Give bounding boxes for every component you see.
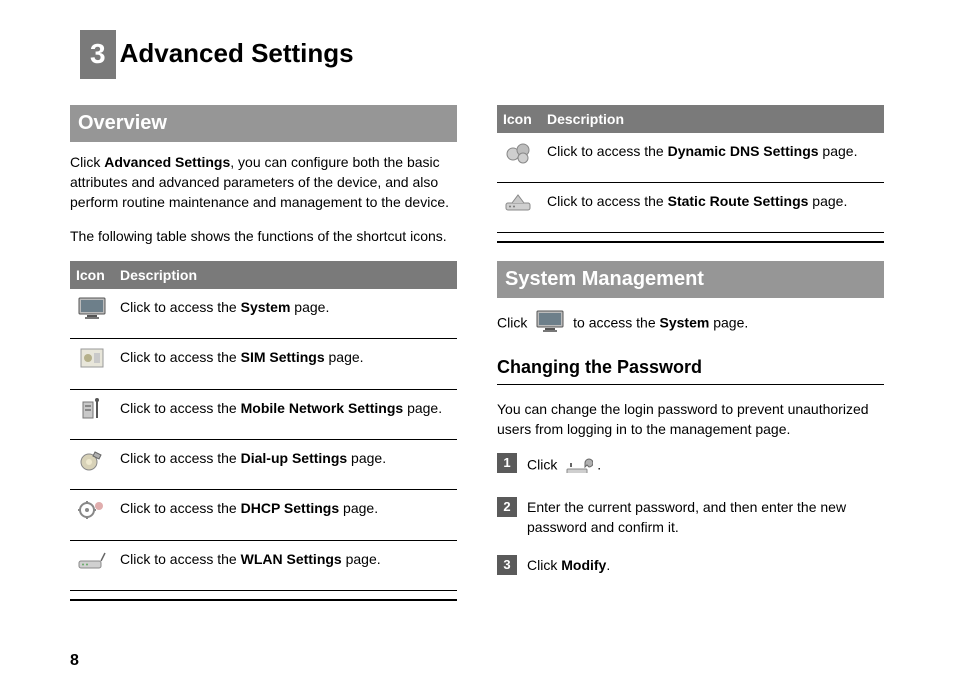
text-bold: System — [241, 299, 291, 315]
th-icon: Icon — [497, 105, 541, 133]
text: Click to access the — [120, 400, 241, 416]
text: Click — [70, 154, 104, 170]
text: Click to access the — [120, 299, 241, 315]
antenna-icon — [77, 396, 107, 422]
dhcp-icon — [77, 496, 107, 522]
table-row: Click to access the SIM Settings page. — [70, 339, 457, 389]
step-number: 1 — [497, 453, 517, 473]
table-row: Click to access the DHCP Settings page. — [70, 490, 457, 540]
table-row: Click to access the Static Route Setting… — [497, 183, 884, 233]
text-bold: WLAN Settings — [241, 551, 342, 567]
text: page. — [339, 500, 378, 516]
divider — [497, 241, 884, 243]
th-description: Description — [541, 105, 884, 133]
right-column: Icon Description Click to access the Dyn… — [497, 105, 884, 619]
text: Click to access the — [547, 193, 668, 209]
text: page. — [347, 450, 386, 466]
monitor-icon — [77, 295, 107, 321]
wlan-icon — [77, 547, 107, 573]
table-row: Click to access the WLAN Settings page. — [70, 540, 457, 590]
text-bold: Dial-up Settings — [241, 450, 348, 466]
text: Click to access the — [120, 500, 241, 516]
step-number: 3 — [497, 555, 517, 575]
text-bold: DHCP Settings — [241, 500, 340, 516]
chapter-number: 3 — [80, 30, 116, 79]
text: . — [606, 557, 610, 573]
subhead-changing-password: Changing the Password — [497, 354, 884, 380]
text: . — [597, 457, 601, 473]
text-bold: Modify — [561, 557, 606, 573]
text-bold: System — [660, 315, 710, 331]
section-overview: Overview — [70, 105, 457, 142]
text: Click to access the — [120, 551, 241, 567]
route-icon — [504, 189, 534, 215]
sim-icon — [77, 345, 107, 371]
text: page. — [403, 400, 442, 416]
page-number: 8 — [70, 649, 884, 672]
text-bold: Advanced Settings — [104, 154, 230, 170]
text: Click to access the — [120, 349, 241, 365]
text: Click — [527, 457, 561, 473]
text: Enter the current password, and then ent… — [527, 499, 846, 535]
step-item: 1 Click . — [497, 453, 884, 478]
shortcut-icons-table-2: Icon Description Click to access the Dyn… — [497, 105, 884, 234]
text-bold: Dynamic DNS Settings — [668, 143, 819, 159]
text: Click to access the — [120, 450, 241, 466]
changepw-paragraph: You can change the login password to pre… — [497, 399, 884, 440]
text: Click — [497, 315, 531, 331]
text-bold: Static Route Settings — [668, 193, 809, 209]
wrench-icon — [565, 453, 593, 478]
text-bold: Mobile Network Settings — [241, 400, 404, 416]
ddns-icon — [504, 139, 534, 165]
text: page. — [325, 349, 364, 365]
dialup-icon — [77, 446, 107, 472]
monitor-icon — [535, 308, 565, 339]
text: page. — [808, 193, 847, 209]
divider — [497, 384, 884, 385]
text: to access the — [573, 315, 659, 331]
overview-paragraph-2: The following table shows the functions … — [70, 226, 457, 246]
shortcut-icons-table: Icon Description Click to access the Sys… — [70, 261, 457, 591]
table-row: Click to access the Mobile Network Setti… — [70, 389, 457, 439]
divider — [70, 599, 457, 601]
table-row: Click to access the Dial-up Settings pag… — [70, 439, 457, 489]
table-row: Click to access the Dynamic DNS Settings… — [497, 133, 884, 183]
section-system-management: System Management — [497, 261, 884, 298]
overview-paragraph-1: Click Advanced Settings, you can configu… — [70, 152, 457, 213]
text: Click to access the — [547, 143, 668, 159]
step-item: 3 Click Modify. — [497, 555, 884, 575]
left-column: Overview Click Advanced Settings, you ca… — [70, 105, 457, 619]
text: page. — [709, 315, 748, 331]
step-item: 2 Enter the current password, and then e… — [497, 497, 884, 538]
step-number: 2 — [497, 497, 517, 517]
text: page. — [290, 299, 329, 315]
text: page. — [342, 551, 381, 567]
text-bold: SIM Settings — [241, 349, 325, 365]
text: Click — [527, 557, 561, 573]
th-icon: Icon — [70, 261, 114, 289]
system-access-line: Click to access the System page. — [497, 308, 884, 339]
text: page. — [819, 143, 858, 159]
chapter-title: Advanced Settings — [120, 35, 354, 73]
chapter-header: 3 Advanced Settings — [80, 30, 884, 79]
table-row: Click to access the System page. — [70, 289, 457, 339]
th-description: Description — [114, 261, 457, 289]
